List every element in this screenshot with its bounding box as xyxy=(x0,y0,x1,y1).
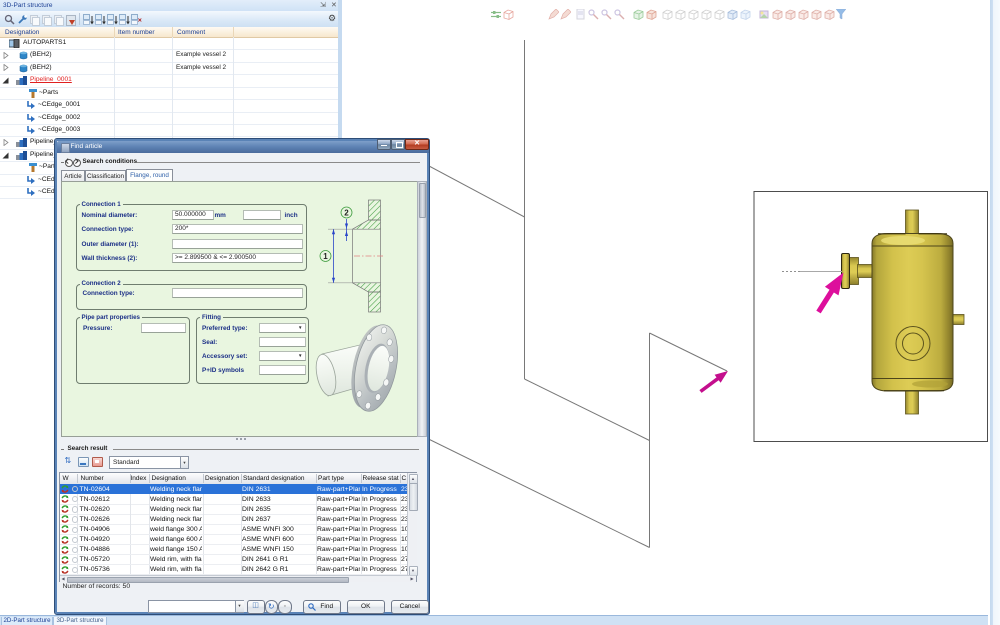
svg-text:2: 2 xyxy=(344,209,349,218)
svg-text:1: 1 xyxy=(323,252,328,261)
